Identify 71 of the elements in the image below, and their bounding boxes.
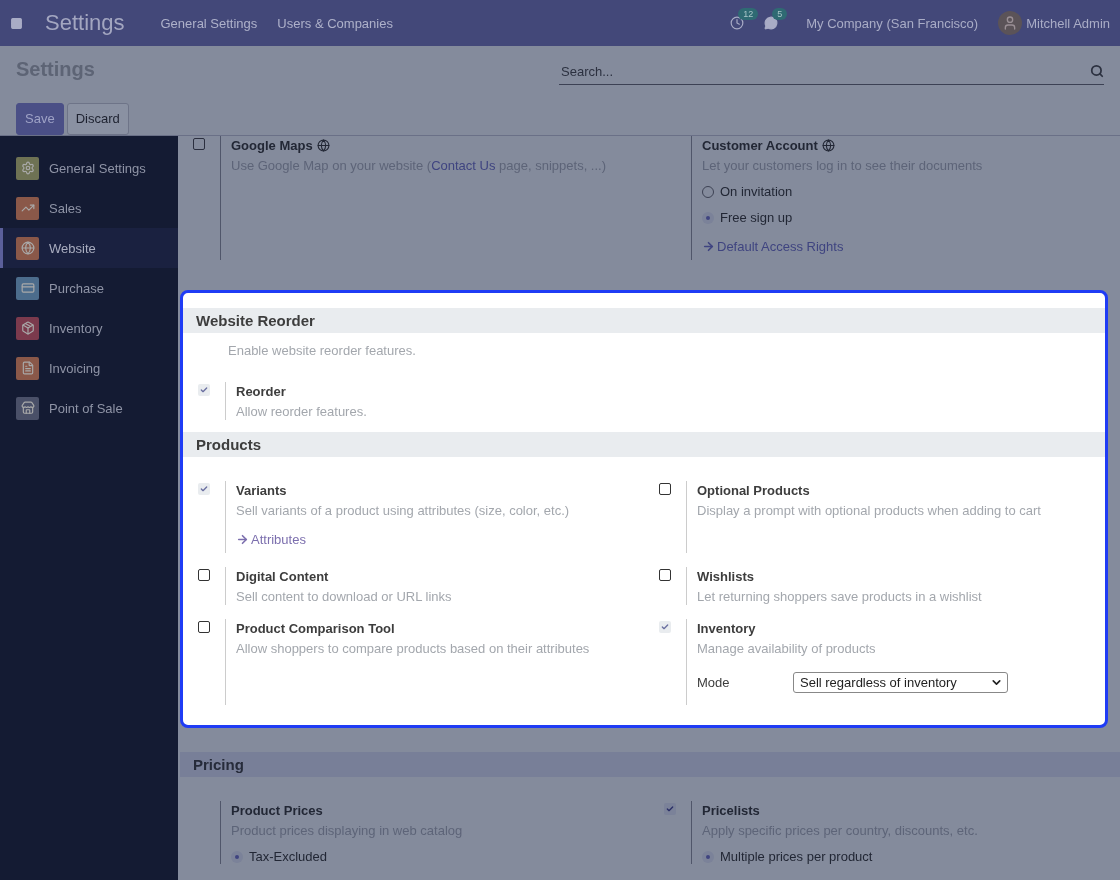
chat-icon[interactable] <box>764 16 779 30</box>
app-title: Settings <box>45 10 125 36</box>
setting-description: Allow reorder features. <box>236 404 367 419</box>
check-icon <box>666 805 674 813</box>
radio-label: Multiple prices per product <box>720 849 873 864</box>
user-name[interactable]: Mitchell Admin <box>1026 15 1110 31</box>
checkbox[interactable] <box>198 569 210 581</box>
search-field[interactable]: Search... <box>559 58 1104 85</box>
setting-description: Sell content to download or URL links <box>236 589 452 604</box>
setting-description: Sell variants of a product using attributes (size, color, etc.) <box>236 503 570 518</box>
setting-title: Product Prices <box>231 803 323 818</box>
checkbox[interactable] <box>198 621 210 633</box>
field-label: Mode <box>697 675 731 690</box>
section-header: Pricing <box>180 752 1120 777</box>
search-input[interactable]: Search... <box>559 62 1090 80</box>
menu-link[interactable]: General Settings <box>160 15 258 31</box>
count-badge: 12 <box>738 8 759 20</box>
section-header: Products <box>183 432 1105 457</box>
section-description: Enable website reorder features. <box>227 342 417 358</box>
sidebar-item[interactable]: Purchase <box>0 268 178 308</box>
checkbox[interactable] <box>659 621 671 633</box>
setting-title: Variants <box>236 483 287 498</box>
search-icon[interactable] <box>1090 64 1104 78</box>
setting-title: Reorder <box>236 384 286 399</box>
radio-button[interactable] <box>702 211 714 224</box>
checkbox[interactable] <box>198 384 210 396</box>
setting-description: Let returning shoppers save products in a wishlist <box>697 589 982 604</box>
check-icon <box>661 623 669 631</box>
menu-link[interactable]: Users & Companies <box>277 15 393 31</box>
mode-select[interactable]: Sell regardless of inventory <box>793 672 1008 693</box>
setting-title: Inventory <box>697 621 756 636</box>
discard-button[interactable]: Discard <box>66 102 129 135</box>
radio-button[interactable] <box>702 850 714 863</box>
radio-label: Tax-Excluded <box>249 849 328 864</box>
setting-title: Google Maps <box>231 138 313 153</box>
checkbox[interactable] <box>193 138 205 150</box>
sidebar-item[interactable]: Invoicing <box>0 348 178 388</box>
setting-description: Display a prompt with optional products when adding to cart <box>697 503 1041 518</box>
setting-title: Optional Products <box>697 483 810 498</box>
sidebar-item[interactable]: Inventory <box>0 308 178 348</box>
sidebar-item[interactable]: Point of Sale <box>0 388 178 428</box>
clock-icon[interactable] <box>730 16 745 30</box>
section-header: Website Reorder <box>183 308 1105 333</box>
save-button[interactable]: Save <box>16 102 64 135</box>
check-icon <box>200 485 208 493</box>
arrow-right-icon <box>702 240 715 253</box>
setting-description: Allow shoppers to compare products based on their attributes <box>236 641 590 656</box>
link-button[interactable]: Attributes <box>236 532 306 547</box>
check-icon <box>200 386 208 394</box>
sidebar-item[interactable]: General Settings <box>0 148 178 188</box>
checkbox[interactable] <box>659 483 671 495</box>
avatar <box>998 11 1023 35</box>
company-switcher[interactable]: My Company (San Francisco) <box>806 15 979 31</box>
count-badge: 5 <box>772 8 788 20</box>
radio-label: Free sign up <box>720 210 793 225</box>
setting-description: Manage availability of products <box>697 641 877 656</box>
setting-title: Product Comparison Tool <box>236 621 395 636</box>
setting-title: Customer Account <box>702 138 818 153</box>
checkbox[interactable] <box>664 803 676 815</box>
radio-label: On invitation <box>720 184 793 199</box>
setting-title: Wishlists <box>697 569 754 584</box>
radio-button[interactable] <box>231 850 243 863</box>
checkbox[interactable] <box>198 483 210 495</box>
sidebar-item[interactable]: Website <box>0 228 178 268</box>
sidebar-item[interactable]: Sales <box>0 188 178 228</box>
arrow-right-icon <box>236 533 249 546</box>
setting-title: Digital Content <box>236 569 329 584</box>
contact-link[interactable]: Contact Us <box>431 158 496 173</box>
link-button[interactable]: Default Access Rights <box>702 239 844 254</box>
setting-title: Pricelists <box>702 803 760 818</box>
checkbox[interactable] <box>659 569 671 581</box>
